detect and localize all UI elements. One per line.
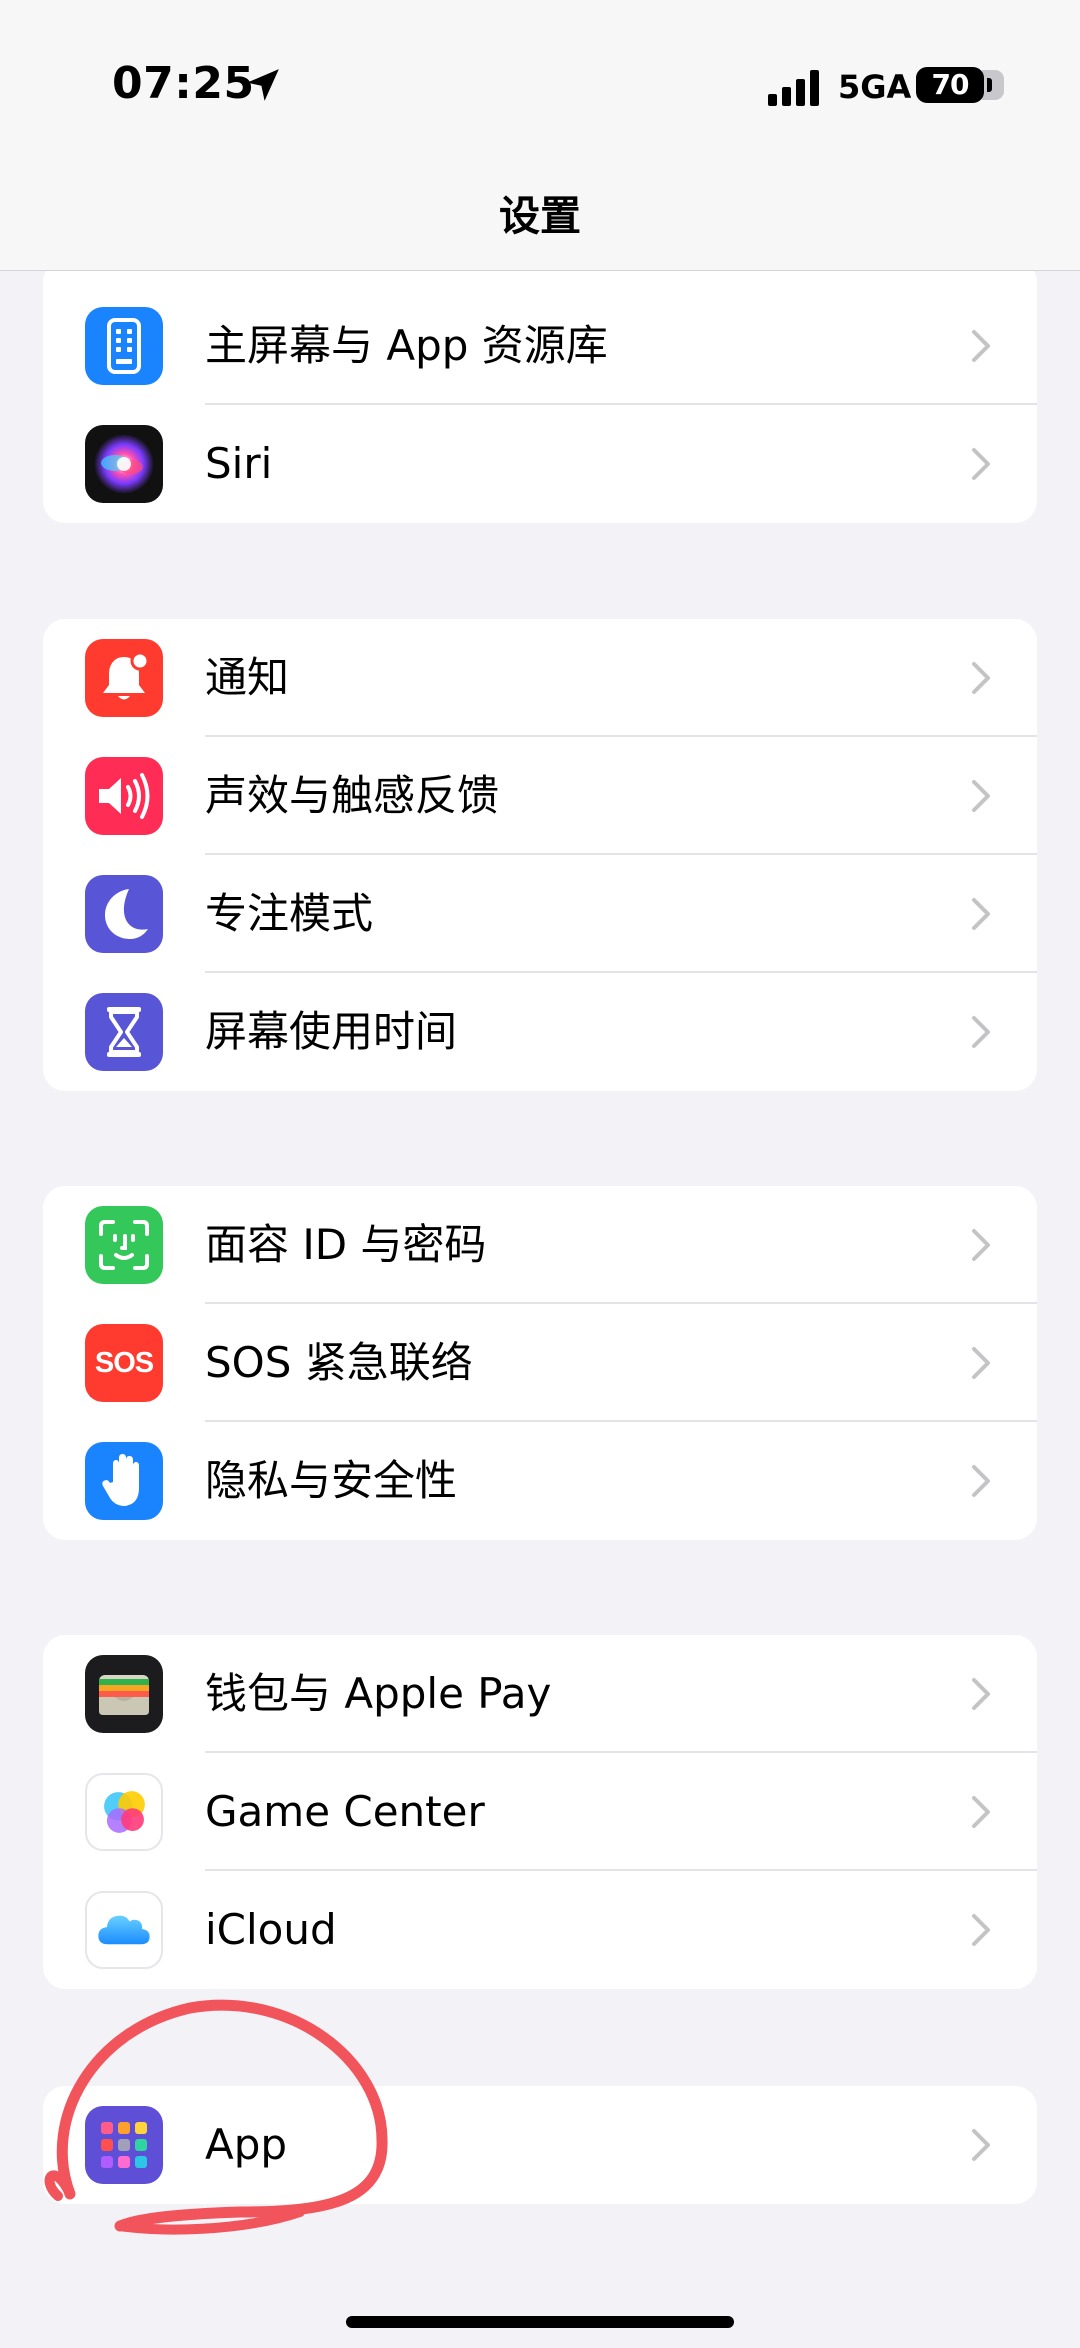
chevron-right-icon [972,1347,990,1379]
battery-terminal [987,78,992,92]
settings-item-label: 屏幕使用时间 [205,1007,458,1056]
chevron-right-icon [972,1914,990,1946]
chevron-right-icon [972,780,990,812]
settings-item-game-center[interactable]: Game Center [43,1753,1037,1871]
settings-item-label: SOS 紧急联络 [205,1338,473,1387]
settings-item-home-screen[interactable]: 主屏幕与 App 资源库 [43,287,1037,405]
chevron-right-icon [972,1465,990,1497]
settings-item-emergency-sos[interactable]: SOS SOS 紧急联络 [43,1304,1037,1422]
chevron-right-icon [972,662,990,694]
settings-group-apps: App [43,2086,1037,2204]
face-id-icon [85,1206,163,1284]
apps-grid-icon [85,2106,163,2184]
settings-group-services: 钱包与 Apple Pay Game Center iCloud [43,1635,1037,1989]
wallet-icon [85,1655,163,1733]
speaker-icon [85,757,163,835]
siri-icon [85,425,163,503]
location-arrow-icon [247,69,279,101]
settings-item-label: Siri [205,439,273,488]
settings-item-face-id[interactable]: 面容 ID 与密码 [43,1186,1037,1304]
settings-item-icloud[interactable]: iCloud [43,1871,1037,1989]
settings-item-apps[interactable]: App [43,2086,1037,2204]
home-screen-icon [85,307,163,385]
settings-item-label: iCloud [205,1905,337,1954]
chevron-right-icon [972,2129,990,2161]
chevron-right-icon [972,1016,990,1048]
settings-item-siri[interactable]: Siri [43,405,1037,523]
hourglass-icon [85,993,163,1071]
status-time: 07:25 [112,58,255,109]
settings-item-label: 通知 [205,653,290,702]
settings-item-wallet[interactable]: 钱包与 Apple Pay [43,1635,1037,1753]
game-center-icon [85,1773,163,1851]
battery-empty-portion [982,70,1004,100]
settings-item-notifications[interactable]: 通知 [43,619,1037,737]
hand-icon [85,1442,163,1520]
cellular-signal-icon [768,70,819,106]
settings-item-label: App [205,2120,288,2169]
page-title: 设置 [499,192,581,240]
settings-item-label: 面容 ID 与密码 [205,1220,487,1269]
settings-item-label: 隐私与安全性 [205,1456,458,1505]
chevron-right-icon [972,1678,990,1710]
chevron-right-icon [972,448,990,480]
chevron-right-icon [972,898,990,930]
sos-icon-text: SOS [94,1346,154,1379]
sos-icon: SOS [85,1324,163,1402]
settings-item-sounds[interactable]: 声效与触感反馈 [43,737,1037,855]
chevron-right-icon [972,330,990,362]
home-indicator[interactable] [346,2316,734,2328]
navigation-header: 07:25 5GA 70 设置 [0,0,1080,271]
settings-group-notifications: 通知 声效与触感反馈 专注模式 屏幕使用时间 [43,619,1037,1091]
settings-item-label: 钱包与 Apple Pay [205,1669,552,1718]
settings-item-label: Game Center [205,1787,485,1836]
settings-item-screen-time[interactable]: 屏幕使用时间 [43,973,1037,1091]
moon-icon [85,875,163,953]
chevron-right-icon [972,1229,990,1261]
settings-item-label: 声效与触感反馈 [205,771,500,820]
chevron-right-icon [972,1796,990,1828]
settings-item-privacy[interactable]: 隐私与安全性 [43,1422,1037,1540]
settings-group-security: 面容 ID 与密码 SOS SOS 紧急联络 隐私与安全性 [43,1186,1037,1540]
settings-group-display: 主屏幕与 App 资源库 Siri [43,260,1037,523]
settings-item-focus[interactable]: 专注模式 [43,855,1037,973]
network-type: 5GA [838,68,912,106]
settings-item-label: 主屏幕与 App 资源库 [205,321,608,370]
bell-icon [85,639,163,717]
icloud-icon [85,1891,163,1969]
settings-item-label: 专注模式 [205,889,374,938]
battery-level: 70 [916,67,984,103]
